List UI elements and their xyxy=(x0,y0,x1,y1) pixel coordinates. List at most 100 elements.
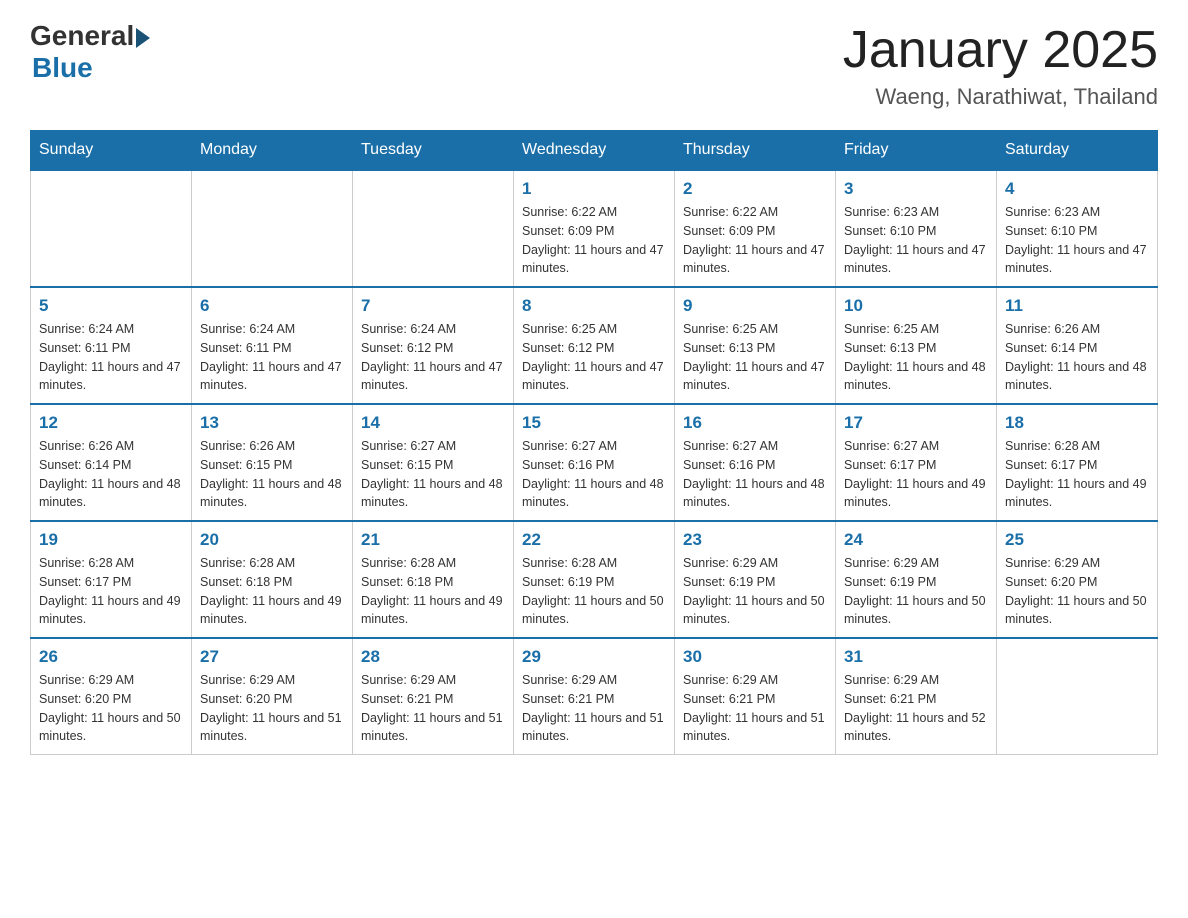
calendar-cell: 9 Sunrise: 6:25 AMSunset: 6:13 PMDaylight… xyxy=(675,287,836,404)
logo: General Blue xyxy=(30,20,150,84)
day-number: 17 xyxy=(844,413,988,433)
logo-blue-text: Blue xyxy=(32,52,93,84)
day-info: Sunrise: 6:26 AMSunset: 6:14 PMDaylight:… xyxy=(1005,320,1149,395)
calendar-cell: 1 Sunrise: 6:22 AMSunset: 6:09 PMDaylight… xyxy=(514,170,675,287)
day-number: 16 xyxy=(683,413,827,433)
day-number: 29 xyxy=(522,647,666,667)
day-info: Sunrise: 6:29 AMSunset: 6:21 PMDaylight:… xyxy=(683,671,827,746)
day-info: Sunrise: 6:22 AMSunset: 6:09 PMDaylight:… xyxy=(522,203,666,278)
calendar-cell: 24 Sunrise: 6:29 AMSunset: 6:19 PMDayligh… xyxy=(836,521,997,638)
day-info: Sunrise: 6:29 AMSunset: 6:20 PMDaylight:… xyxy=(1005,554,1149,629)
day-info: Sunrise: 6:27 AMSunset: 6:16 PMDaylight:… xyxy=(683,437,827,512)
day-number: 31 xyxy=(844,647,988,667)
calendar-cell: 19Sunrise: 6:28 AMSunset: 6:17 PMDayligh… xyxy=(31,521,192,638)
calendar-cell: 4 Sunrise: 6:23 AMSunset: 6:10 PMDaylight… xyxy=(997,170,1158,287)
calendar-cell: 16 Sunrise: 6:27 AMSunset: 6:16 PMDayligh… xyxy=(675,404,836,521)
day-info: Sunrise: 6:26 AMSunset: 6:14 PMDaylight:… xyxy=(39,437,183,512)
day-number: 6 xyxy=(200,296,344,316)
calendar-cell xyxy=(353,170,514,287)
day-of-week-header: Thursday xyxy=(675,131,836,171)
calendar-cell: 2Sunrise: 6:22 AMSunset: 6:09 PMDaylight… xyxy=(675,170,836,287)
day-of-week-header: Tuesday xyxy=(353,131,514,171)
location-title: Waeng, Narathiwat, Thailand xyxy=(843,84,1158,110)
day-number: 30 xyxy=(683,647,827,667)
calendar-week-row: 12 Sunrise: 6:26 AMSunset: 6:14 PMDayligh… xyxy=(31,404,1158,521)
day-number: 15 xyxy=(522,413,666,433)
day-info: Sunrise: 6:24 AMSunset: 6:11 PMDaylight:… xyxy=(200,320,344,395)
calendar-cell: 8Sunrise: 6:25 AMSunset: 6:12 PMDaylight… xyxy=(514,287,675,404)
day-info: Sunrise: 6:27 AMSunset: 6:17 PMDaylight:… xyxy=(844,437,988,512)
day-number: 10 xyxy=(844,296,988,316)
day-number: 28 xyxy=(361,647,505,667)
day-info: Sunrise: 6:25 AMSunset: 6:12 PMDaylight:… xyxy=(522,320,666,395)
day-number: 26 xyxy=(39,647,183,667)
calendar-cell: 13Sunrise: 6:26 AMSunset: 6:15 PMDayligh… xyxy=(192,404,353,521)
day-number: 9 xyxy=(683,296,827,316)
calendar-cell: 25Sunrise: 6:29 AMSunset: 6:20 PMDayligh… xyxy=(997,521,1158,638)
day-number: 22 xyxy=(522,530,666,550)
day-number: 12 xyxy=(39,413,183,433)
calendar-cell: 28 Sunrise: 6:29 AMSunset: 6:21 PMDayligh… xyxy=(353,638,514,755)
calendar-week-row: 19Sunrise: 6:28 AMSunset: 6:17 PMDayligh… xyxy=(31,521,1158,638)
day-info: Sunrise: 6:24 AMSunset: 6:12 PMDaylight:… xyxy=(361,320,505,395)
calendar-cell: 31Sunrise: 6:29 AMSunset: 6:21 PMDayligh… xyxy=(836,638,997,755)
day-info: Sunrise: 6:23 AMSunset: 6:10 PMDaylight:… xyxy=(844,203,988,278)
day-info: Sunrise: 6:24 AMSunset: 6:11 PMDaylight:… xyxy=(39,320,183,395)
day-number: 18 xyxy=(1005,413,1149,433)
day-number: 27 xyxy=(200,647,344,667)
calendar-cell: 3 Sunrise: 6:23 AMSunset: 6:10 PMDaylight… xyxy=(836,170,997,287)
calendar-cell: 14 Sunrise: 6:27 AMSunset: 6:15 PMDayligh… xyxy=(353,404,514,521)
day-info: Sunrise: 6:25 AMSunset: 6:13 PMDaylight:… xyxy=(683,320,827,395)
day-info: Sunrise: 6:29 AMSunset: 6:21 PMDaylight:… xyxy=(361,671,505,746)
calendar-cell: 23 Sunrise: 6:29 AMSunset: 6:19 PMDayligh… xyxy=(675,521,836,638)
day-info: Sunrise: 6:28 AMSunset: 6:17 PMDaylight:… xyxy=(39,554,183,629)
day-number: 21 xyxy=(361,530,505,550)
day-number: 3 xyxy=(844,179,988,199)
day-number: 11 xyxy=(1005,296,1149,316)
page-header: General Blue January 2025 Waeng, Narathi… xyxy=(30,20,1158,110)
calendar-cell: 26 Sunrise: 6:29 AMSunset: 6:20 PMDayligh… xyxy=(31,638,192,755)
calendar-cell xyxy=(192,170,353,287)
day-info: Sunrise: 6:28 AMSunset: 6:19 PMDaylight:… xyxy=(522,554,666,629)
day-info: Sunrise: 6:28 AMSunset: 6:17 PMDaylight:… xyxy=(1005,437,1149,512)
logo-arrow-icon xyxy=(136,28,150,48)
calendar-cell: 22 Sunrise: 6:28 AMSunset: 6:19 PMDayligh… xyxy=(514,521,675,638)
day-info: Sunrise: 6:29 AMSunset: 6:19 PMDaylight:… xyxy=(844,554,988,629)
day-info: Sunrise: 6:25 AMSunset: 6:13 PMDaylight:… xyxy=(844,320,988,395)
calendar-week-row: 1 Sunrise: 6:22 AMSunset: 6:09 PMDaylight… xyxy=(31,170,1158,287)
day-info: Sunrise: 6:28 AMSunset: 6:18 PMDaylight:… xyxy=(200,554,344,629)
day-info: Sunrise: 6:27 AMSunset: 6:15 PMDaylight:… xyxy=(361,437,505,512)
calendar-cell: 6 Sunrise: 6:24 AMSunset: 6:11 PMDaylight… xyxy=(192,287,353,404)
day-number: 7 xyxy=(361,296,505,316)
day-number: 24 xyxy=(844,530,988,550)
title-section: January 2025 Waeng, Narathiwat, Thailand xyxy=(843,20,1158,110)
logo-general-text: General xyxy=(30,20,134,52)
calendar-header-row: SundayMondayTuesdayWednesdayThursdayFrid… xyxy=(31,131,1158,171)
calendar-cell: 12 Sunrise: 6:26 AMSunset: 6:14 PMDayligh… xyxy=(31,404,192,521)
day-info: Sunrise: 6:29 AMSunset: 6:20 PMDaylight:… xyxy=(39,671,183,746)
day-of-week-header: Friday xyxy=(836,131,997,171)
calendar-week-row: 26 Sunrise: 6:29 AMSunset: 6:20 PMDayligh… xyxy=(31,638,1158,755)
day-of-week-header: Saturday xyxy=(997,131,1158,171)
calendar-cell: 15 Sunrise: 6:27 AMSunset: 6:16 PMDayligh… xyxy=(514,404,675,521)
day-info: Sunrise: 6:23 AMSunset: 6:10 PMDaylight:… xyxy=(1005,203,1149,278)
calendar-cell: 10 Sunrise: 6:25 AMSunset: 6:13 PMDayligh… xyxy=(836,287,997,404)
calendar-cell xyxy=(997,638,1158,755)
day-number: 1 xyxy=(522,179,666,199)
day-number: 14 xyxy=(361,413,505,433)
calendar-cell: 20Sunrise: 6:28 AMSunset: 6:18 PMDayligh… xyxy=(192,521,353,638)
day-of-week-header: Sunday xyxy=(31,131,192,171)
day-info: Sunrise: 6:26 AMSunset: 6:15 PMDaylight:… xyxy=(200,437,344,512)
calendar-cell: 17 Sunrise: 6:27 AMSunset: 6:17 PMDayligh… xyxy=(836,404,997,521)
day-of-week-header: Monday xyxy=(192,131,353,171)
day-info: Sunrise: 6:29 AMSunset: 6:19 PMDaylight:… xyxy=(683,554,827,629)
day-info: Sunrise: 6:29 AMSunset: 6:20 PMDaylight:… xyxy=(200,671,344,746)
day-number: 4 xyxy=(1005,179,1149,199)
calendar-week-row: 5Sunrise: 6:24 AMSunset: 6:11 PMDaylight… xyxy=(31,287,1158,404)
day-info: Sunrise: 6:29 AMSunset: 6:21 PMDaylight:… xyxy=(522,671,666,746)
day-info: Sunrise: 6:22 AMSunset: 6:09 PMDaylight:… xyxy=(683,203,827,278)
day-info: Sunrise: 6:27 AMSunset: 6:16 PMDaylight:… xyxy=(522,437,666,512)
day-number: 23 xyxy=(683,530,827,550)
day-info: Sunrise: 6:28 AMSunset: 6:18 PMDaylight:… xyxy=(361,554,505,629)
calendar-cell: 7 Sunrise: 6:24 AMSunset: 6:12 PMDaylight… xyxy=(353,287,514,404)
